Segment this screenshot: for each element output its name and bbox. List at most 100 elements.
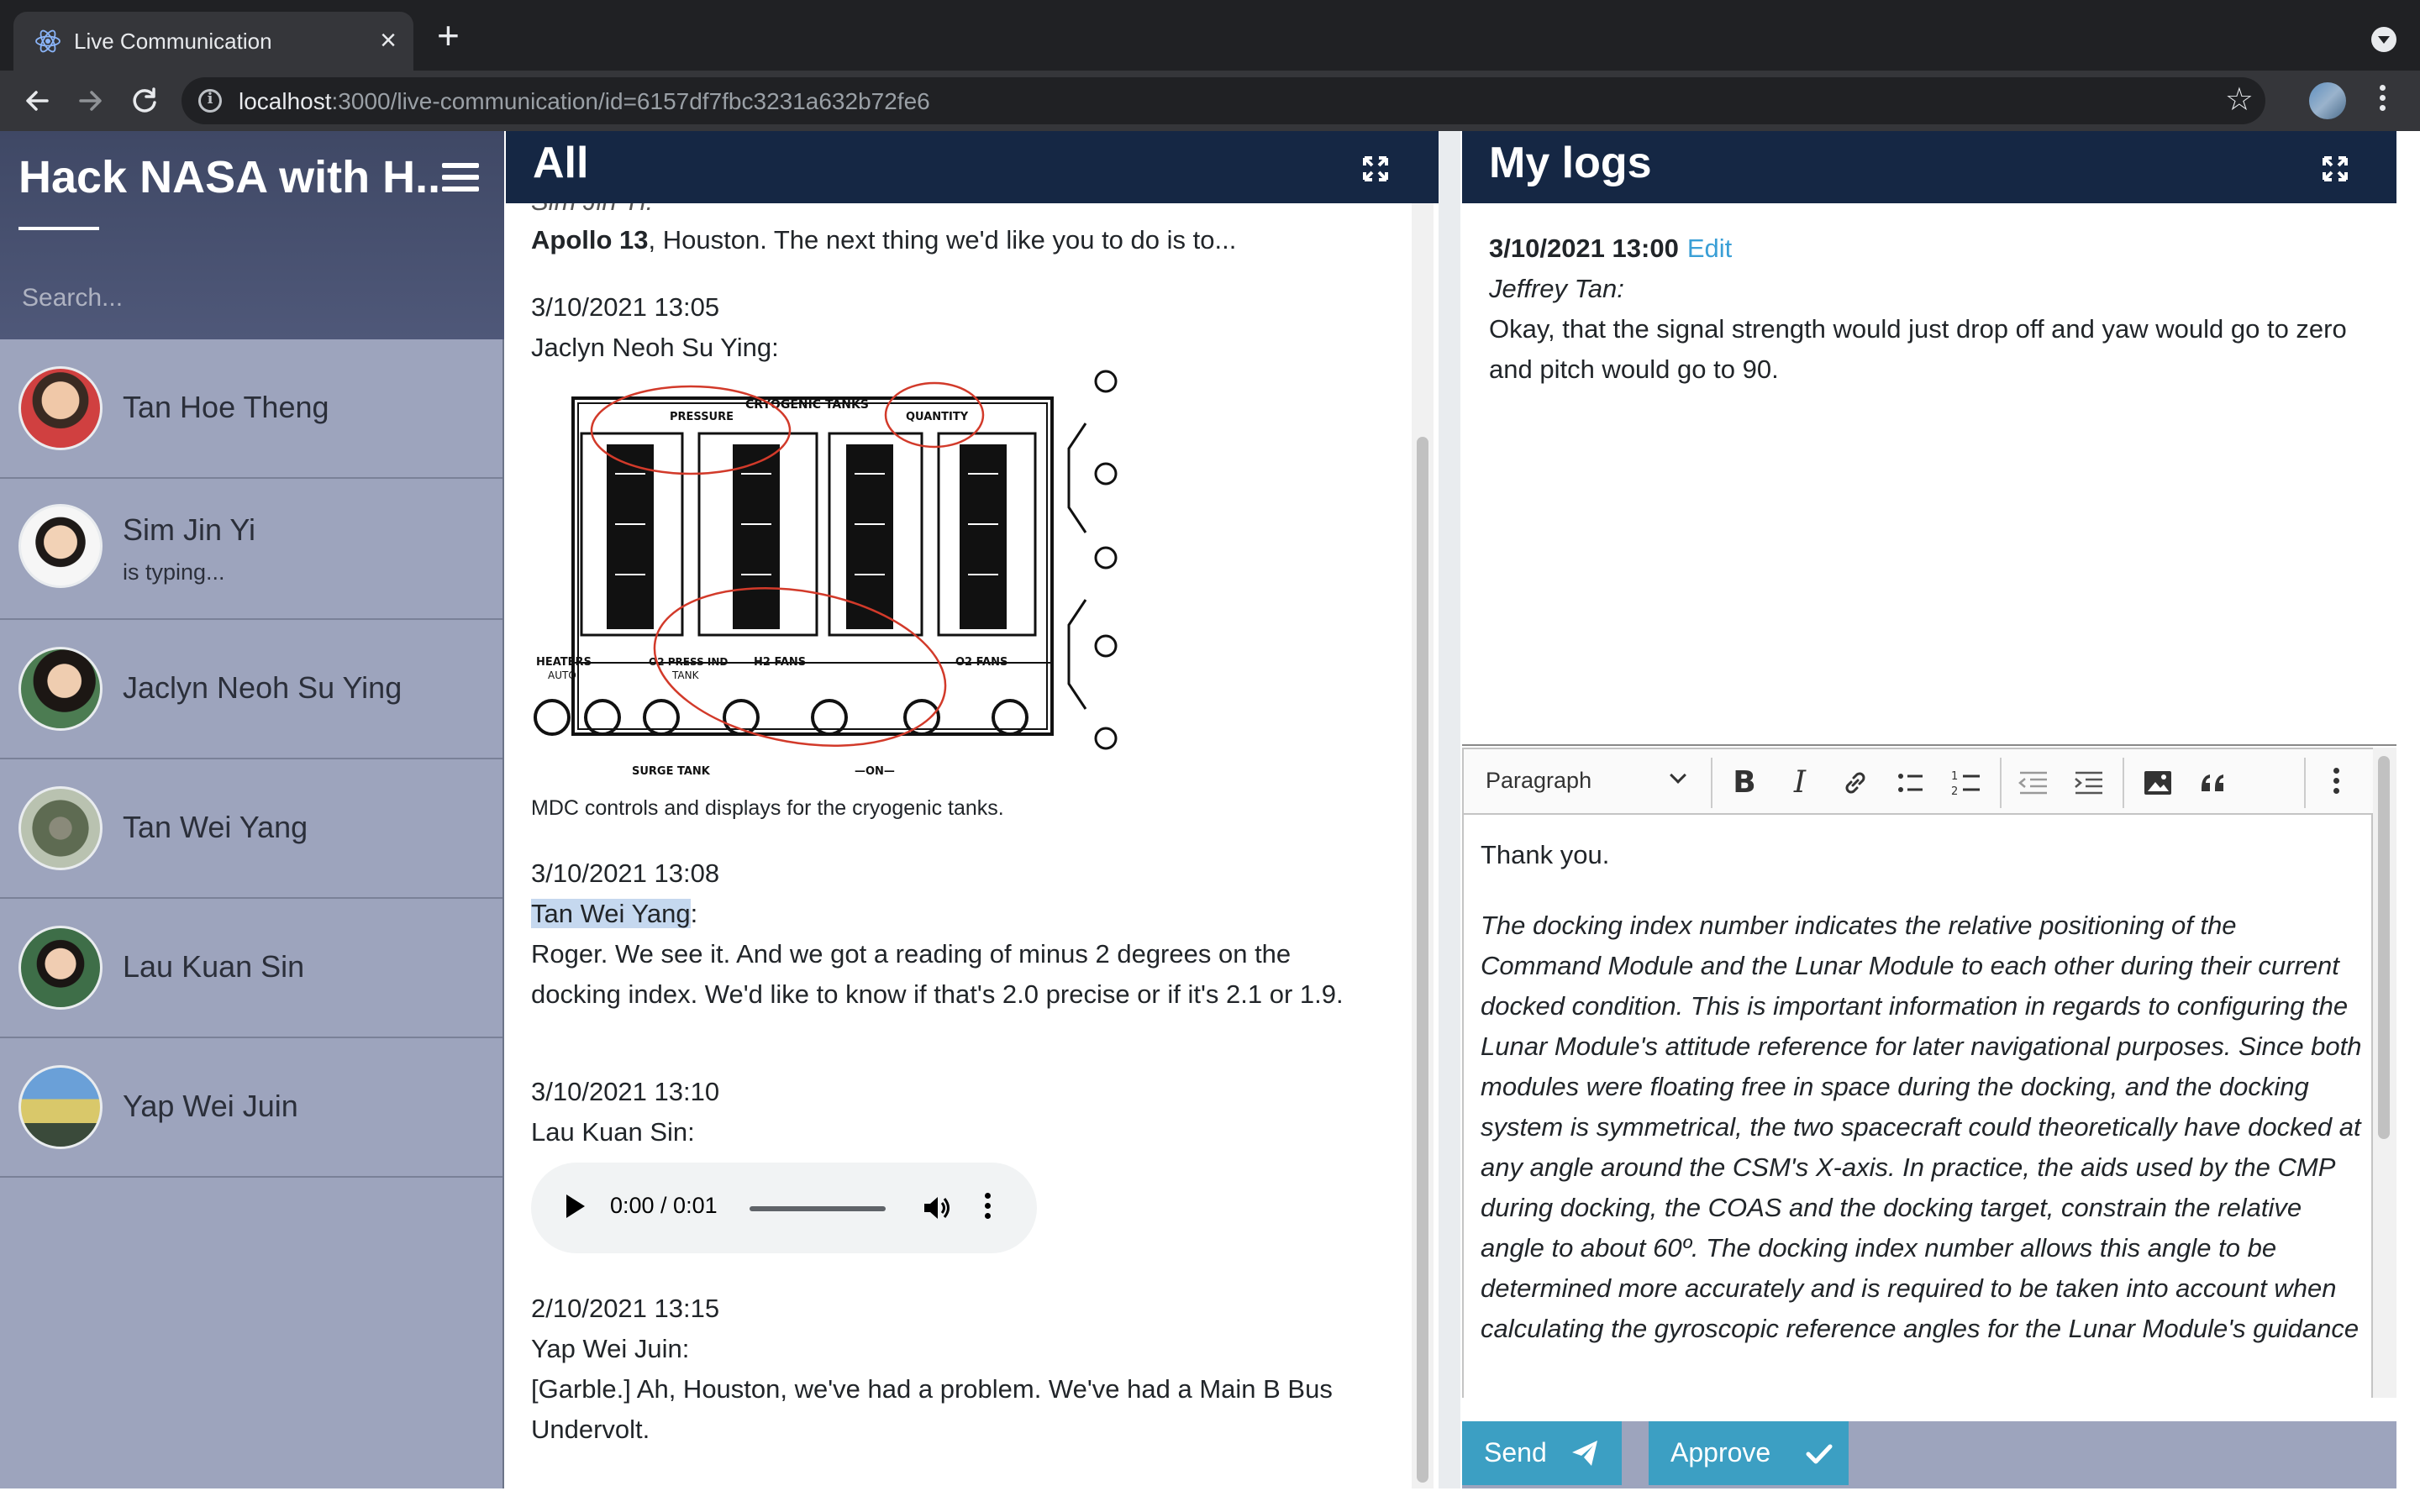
info-icon[interactable] bbox=[198, 89, 222, 113]
numbered-list-icon[interactable]: 1 2 bbox=[1948, 764, 1985, 801]
blockquote-icon[interactable] bbox=[2195, 764, 2232, 801]
contact-name: Yap Wei Juin bbox=[123, 1089, 298, 1123]
profile-avatar[interactable] bbox=[2309, 82, 2346, 119]
contact-name: Tan Hoe Theng bbox=[123, 390, 329, 424]
contact-item[interactable]: Sim Jin Yi is typing... bbox=[0, 479, 502, 620]
expand-icon[interactable] bbox=[2321, 155, 2349, 183]
contact-name: Tan Wei Yang bbox=[123, 810, 308, 844]
italic-icon[interactable]: I bbox=[1781, 764, 1818, 801]
contact-item[interactable]: Tan Wei Yang bbox=[0, 759, 502, 899]
all-panel-header: All bbox=[506, 131, 1439, 203]
divider bbox=[1462, 744, 2396, 746]
contact-item[interactable]: Lau Kuan Sin bbox=[0, 899, 502, 1038]
diagram-label-press-ind: O2 PRESS IND bbox=[649, 656, 728, 668]
avatar bbox=[18, 926, 103, 1010]
browser-tab[interactable]: Live Communication × bbox=[13, 12, 413, 71]
cryogenic-tanks-diagram[interactable]: CRYOGENIC TANKS PRESSURE QUANTITY HEATER… bbox=[531, 365, 1123, 783]
avatar bbox=[18, 504, 103, 588]
feed-scrollbar-thumb[interactable] bbox=[1417, 437, 1428, 1483]
indent-icon[interactable] bbox=[2070, 764, 2107, 801]
app-title: Hack NASA with H... bbox=[18, 152, 439, 202]
bulleted-list-icon[interactable] bbox=[1892, 764, 1929, 801]
bold-icon[interactable]: B bbox=[1726, 764, 1763, 801]
edit-link[interactable]: Edit bbox=[1687, 234, 1732, 263]
image-icon[interactable] bbox=[2139, 764, 2176, 801]
message-author: Yap Wei Juin: bbox=[531, 1334, 690, 1363]
chevron-down-icon[interactable] bbox=[1670, 767, 1686, 784]
avatar bbox=[18, 366, 103, 450]
url-text[interactable]: localhost:3000/live-communication/id=615… bbox=[239, 88, 930, 115]
message-text: [Garble.] Ah, Houston, we've had a probl… bbox=[531, 1374, 1333, 1444]
message-author: Tan Wei Yang: bbox=[531, 899, 698, 928]
paper-plane-icon bbox=[1572, 1441, 1597, 1466]
link-icon[interactable] bbox=[1837, 764, 1874, 801]
diagram-label-on: —ON— bbox=[855, 765, 895, 778]
editor-toolbar: Paragraph B I 1 2 bbox=[1462, 748, 2391, 815]
search-input[interactable] bbox=[22, 284, 476, 312]
diagram-label-pressure: PRESSURE bbox=[670, 411, 734, 423]
diagram-label-o2fans: O2 FANS bbox=[955, 656, 1007, 669]
diagram-label-heaters: HEATERS bbox=[536, 656, 592, 669]
browser-tab-bar: Live Communication × + bbox=[0, 0, 2420, 71]
contact-item[interactable]: Tan Hoe Theng bbox=[0, 339, 502, 479]
message-timestamp: 2/10/2021 13:15 bbox=[531, 1294, 720, 1323]
panel-title: All bbox=[533, 139, 589, 187]
hamburger-menu-icon[interactable] bbox=[442, 163, 479, 195]
approve-button[interactable]: Approve bbox=[1649, 1421, 1849, 1485]
reload-icon[interactable] bbox=[126, 82, 163, 119]
contact-name: Lau Kuan Sin bbox=[123, 949, 305, 984]
editor-paragraph[interactable]: Thank you. bbox=[1481, 840, 1609, 870]
expand-icon[interactable] bbox=[1361, 155, 1390, 183]
contact-item[interactable]: Yap Wei Juin bbox=[0, 1038, 502, 1178]
plus-icon[interactable]: + bbox=[437, 16, 460, 55]
all-messages-feed: Sim Jin Yi: Apollo 13, Houston. The next… bbox=[506, 203, 1439, 1488]
audio-time: 0:00 / 0:01 bbox=[610, 1193, 718, 1218]
cut-off-author: Sim Jin Yi: bbox=[531, 203, 653, 222]
toolbar-separator bbox=[2000, 758, 2002, 808]
message-timestamp: 3/10/2021 13:10 bbox=[531, 1077, 720, 1106]
panel-gap bbox=[1439, 131, 1460, 1512]
block-type-select[interactable]: Paragraph bbox=[1486, 768, 1591, 794]
avatar bbox=[18, 1065, 103, 1149]
audio-progress-bar[interactable] bbox=[750, 1206, 886, 1211]
message-author: Lau Kuan Sin: bbox=[531, 1117, 695, 1147]
close-icon[interactable]: × bbox=[380, 24, 397, 57]
more-options-icon[interactable] bbox=[2317, 764, 2354, 801]
contact-name: Jaclyn Neoh Su Ying bbox=[123, 670, 402, 705]
avatar bbox=[18, 786, 103, 870]
outdent-icon[interactable] bbox=[2015, 764, 2052, 801]
toolbar-separator bbox=[2123, 758, 2124, 808]
send-button[interactable]: Send bbox=[1462, 1421, 1622, 1485]
log-text: Okay, that the signal strength would jus… bbox=[1489, 314, 2347, 384]
logs-panel-header: My logs bbox=[1462, 131, 2396, 203]
more-options-icon[interactable] bbox=[985, 1193, 993, 1226]
panel-title: My logs bbox=[1489, 139, 1652, 187]
image-caption: MDC controls and displays for the cryoge… bbox=[531, 796, 1004, 820]
message-text: Apollo 13, Houston. The next thing we'd … bbox=[531, 225, 1237, 255]
back-icon[interactable] bbox=[18, 82, 55, 119]
log-timestamp: 3/10/2021 13:00 bbox=[1489, 234, 1679, 263]
tab-search-icon[interactable] bbox=[2371, 27, 2396, 52]
audio-player[interactable]: 0:00 / 0:01 bbox=[531, 1163, 1037, 1253]
log-author: Jeffrey Tan: bbox=[1489, 274, 1624, 303]
contacts-sidebar: Hack NASA with H... Tan Hoe Theng Sim Ji… bbox=[0, 131, 504, 1512]
log-entry: 3/10/2021 13:00 Edit Jeffrey Tan: Okay, t… bbox=[1489, 228, 2371, 390]
diagram-label-h2fans: H2 FANS bbox=[754, 656, 806, 669]
diagram-label-surge: SURGE TANK bbox=[632, 765, 711, 778]
editor-paragraph[interactable]: The docking index number indicates the r… bbox=[1481, 906, 2363, 1349]
kebab-icon[interactable] bbox=[2370, 81, 2395, 121]
forward-icon[interactable] bbox=[72, 82, 109, 119]
volume-icon[interactable] bbox=[921, 1193, 951, 1223]
address-bar[interactable]: localhost:3000/live-communication/id=615… bbox=[182, 77, 2265, 124]
editor-scrollbar-thumb[interactable] bbox=[2378, 756, 2390, 1139]
react-icon bbox=[35, 29, 60, 53]
diagram-label-quantity: QUANTITY bbox=[906, 411, 969, 423]
star-icon[interactable]: ☆ bbox=[2225, 81, 2254, 118]
action-bar: Send Approve bbox=[1462, 1421, 2396, 1488]
contact-item[interactable]: Jaclyn Neoh Su Ying bbox=[0, 620, 502, 759]
message-author: Jaclyn Neoh Su Ying: bbox=[531, 333, 779, 362]
rich-text-editor[interactable]: Thank you. The docking index number indi… bbox=[1462, 815, 2373, 1398]
typing-status: is typing... bbox=[123, 559, 225, 585]
checkmark-icon bbox=[1806, 1444, 1833, 1464]
play-icon[interactable] bbox=[566, 1194, 585, 1218]
